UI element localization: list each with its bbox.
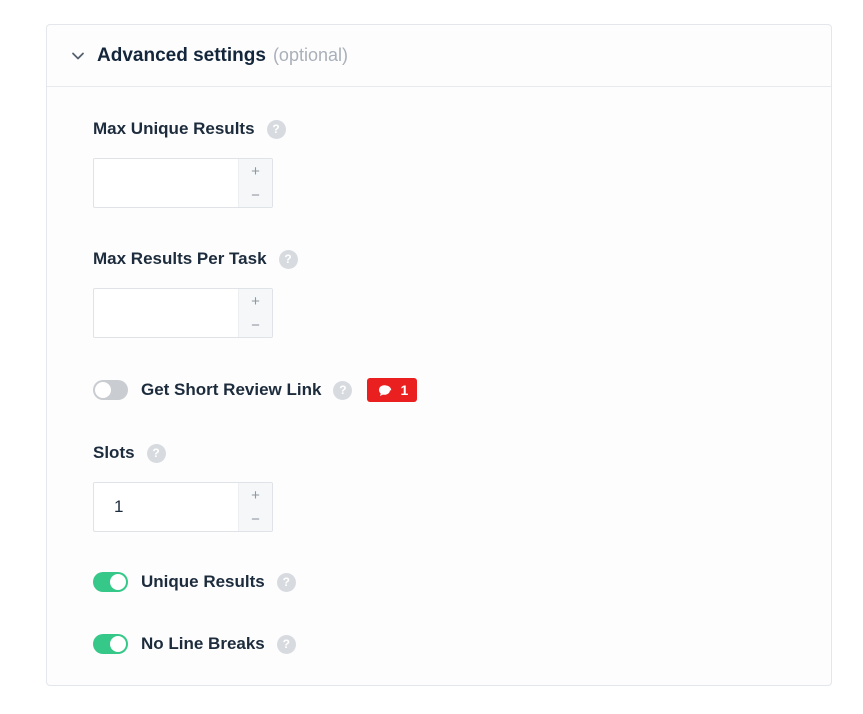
- optional-label: (optional): [272, 45, 348, 65]
- help-icon[interactable]: ?: [276, 634, 296, 654]
- increment-button[interactable]: +: [239, 159, 272, 183]
- help-icon[interactable]: ?: [333, 380, 353, 400]
- slots-label: Slots ?: [93, 443, 166, 463]
- max-unique-results-value[interactable]: [94, 159, 238, 207]
- comment-icon: [379, 384, 392, 396]
- issue-count-badge[interactable]: 1: [367, 378, 418, 402]
- max-results-per-task-input[interactable]: + −: [93, 288, 273, 338]
- help-icon[interactable]: ?: [266, 119, 286, 139]
- slots-stepper: + −: [238, 483, 272, 531]
- max-results-per-task-label-text: Max Results Per Task: [93, 249, 267, 268]
- decrement-button[interactable]: −: [239, 313, 272, 337]
- unique-results-row: Unique Results ?: [93, 572, 296, 592]
- slots-value[interactable]: 1: [94, 483, 238, 531]
- unique-results-toggle[interactable]: [93, 572, 128, 592]
- max-results-per-task-value[interactable]: [94, 289, 238, 337]
- unique-results-label: Unique Results: [141, 572, 265, 591]
- chevron-down-icon[interactable]: [71, 49, 85, 63]
- increment-button[interactable]: +: [239, 289, 272, 313]
- help-icon[interactable]: ?: [276, 572, 296, 592]
- max-unique-results-stepper: + −: [238, 159, 272, 207]
- no-line-breaks-row: No Line Breaks ?: [93, 634, 296, 654]
- toggle-knob: [110, 574, 126, 590]
- decrement-button[interactable]: −: [239, 183, 272, 207]
- decrement-button[interactable]: −: [239, 507, 272, 531]
- get-short-review-link-label: Get Short Review Link: [141, 380, 322, 399]
- toggle-knob: [110, 636, 126, 652]
- no-line-breaks-label: No Line Breaks: [141, 634, 265, 653]
- max-results-per-task-label: Max Results Per Task ?: [93, 249, 298, 269]
- help-icon[interactable]: ?: [278, 249, 298, 269]
- max-unique-results-input[interactable]: + −: [93, 158, 273, 208]
- issue-count: 1: [400, 382, 409, 398]
- max-unique-results-label-text: Max Unique Results: [93, 119, 255, 138]
- help-icon[interactable]: ?: [146, 443, 166, 463]
- no-line-breaks-toggle[interactable]: [93, 634, 128, 654]
- get-short-review-link-toggle[interactable]: [93, 380, 128, 400]
- panel-title: Advanced settings: [97, 44, 266, 66]
- advanced-settings-header[interactable]: Advanced settings (optional): [47, 25, 831, 87]
- toggle-knob: [95, 382, 111, 398]
- slots-label-text: Slots: [93, 443, 135, 462]
- slots-input[interactable]: 1 + −: [93, 482, 273, 532]
- advanced-settings-panel: Advanced settings (optional) Max Unique …: [46, 24, 832, 686]
- max-unique-results-label: Max Unique Results ?: [93, 119, 286, 139]
- increment-button[interactable]: +: [239, 483, 272, 507]
- get-short-review-link-row: Get Short Review Link ? 1: [93, 378, 418, 402]
- max-results-per-task-stepper: + −: [238, 289, 272, 337]
